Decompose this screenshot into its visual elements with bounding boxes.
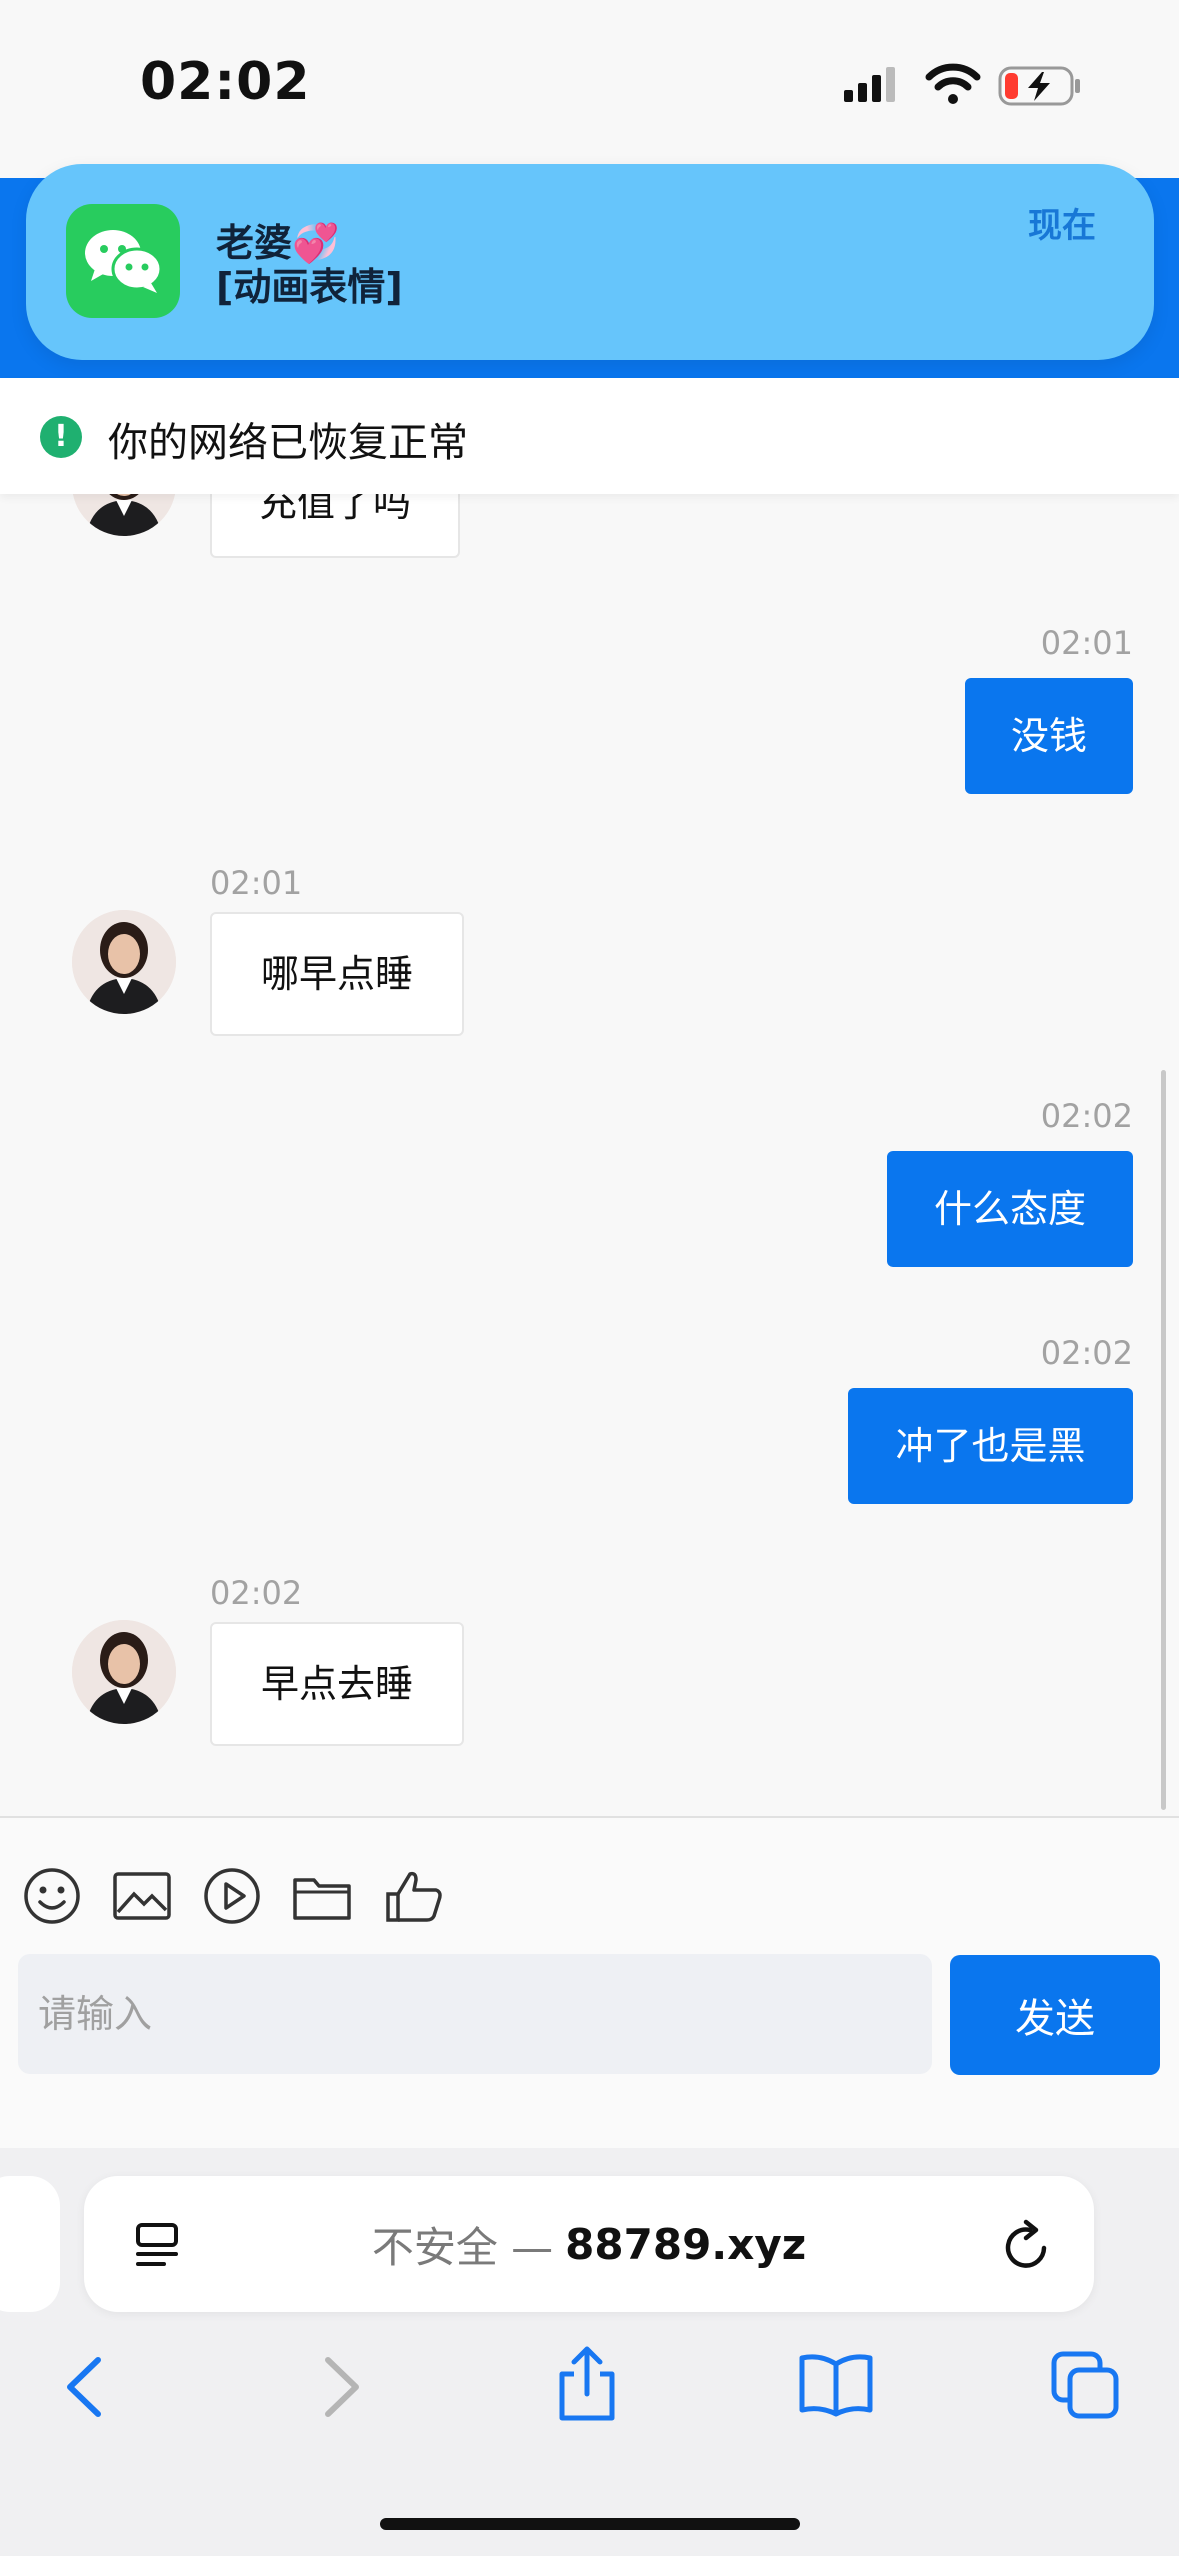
thumbs-up-icon[interactable] bbox=[384, 1866, 444, 1926]
emoji-icon[interactable] bbox=[22, 1866, 82, 1926]
message-bubble-received: 哪早点睡 bbox=[210, 912, 464, 1036]
home-indicator bbox=[380, 2518, 800, 2530]
message-bubble-received: 早点去睡 bbox=[210, 1622, 464, 1746]
message-timestamp: 02:01 bbox=[210, 864, 303, 902]
message-timestamp: 02:02 bbox=[1040, 1334, 1133, 1372]
notification-body: [动画表情] bbox=[216, 265, 403, 309]
send-button[interactable]: 发送 bbox=[950, 1955, 1160, 2075]
image-icon[interactable] bbox=[112, 1866, 172, 1926]
wechat-app-icon bbox=[66, 204, 180, 318]
url-text: 不安全 —88789.xyz bbox=[84, 2176, 1094, 2312]
notification-banner[interactable]: 老婆💞 [动画表情] 现在 bbox=[26, 164, 1154, 360]
message-input[interactable] bbox=[18, 1954, 932, 2074]
chat-scrollbar[interactable] bbox=[1161, 1070, 1166, 1810]
info-icon: ! bbox=[40, 416, 82, 458]
address-bar[interactable]: 不安全 —88789.xyz bbox=[84, 2176, 1094, 2312]
previous-tab-preview[interactable] bbox=[0, 2176, 60, 2312]
wifi-icon bbox=[925, 62, 981, 110]
battery-icon bbox=[998, 64, 1082, 112]
message-timestamp: 02:01 bbox=[1040, 624, 1133, 662]
back-icon[interactable] bbox=[60, 2352, 110, 2426]
bookmarks-icon[interactable] bbox=[796, 2352, 876, 2422]
cellular-signal-icon bbox=[842, 66, 902, 110]
message-timestamp: 02:02 bbox=[210, 1574, 303, 1612]
folder-icon[interactable] bbox=[292, 1866, 352, 1926]
security-label: 不安全 — bbox=[371, 2222, 554, 2272]
message-bubble-sent: 冲了也是黑 bbox=[848, 1388, 1133, 1504]
video-play-icon[interactable] bbox=[202, 1866, 262, 1926]
share-icon[interactable] bbox=[552, 2344, 622, 2428]
reload-icon[interactable] bbox=[1000, 2218, 1054, 2278]
domain-label: 88789.xyz bbox=[565, 2219, 807, 2269]
message-bubble-sent: 什么态度 bbox=[887, 1151, 1133, 1267]
network-status-banner: ! 你的网络已恢复正常 bbox=[0, 378, 1179, 494]
agent-avatar bbox=[72, 910, 176, 1014]
message-timestamp: 02:02 bbox=[1040, 1097, 1133, 1135]
network-status-text: 你的网络已恢复正常 bbox=[108, 420, 468, 466]
message-bubble-sent: 没钱 bbox=[965, 678, 1133, 794]
forward-icon[interactable] bbox=[316, 2352, 366, 2426]
agent-avatar bbox=[72, 1620, 176, 1724]
tabs-icon[interactable] bbox=[1050, 2350, 1122, 2426]
notification-time: 现在 bbox=[1028, 206, 1096, 246]
status-time: 02:02 bbox=[140, 52, 311, 112]
